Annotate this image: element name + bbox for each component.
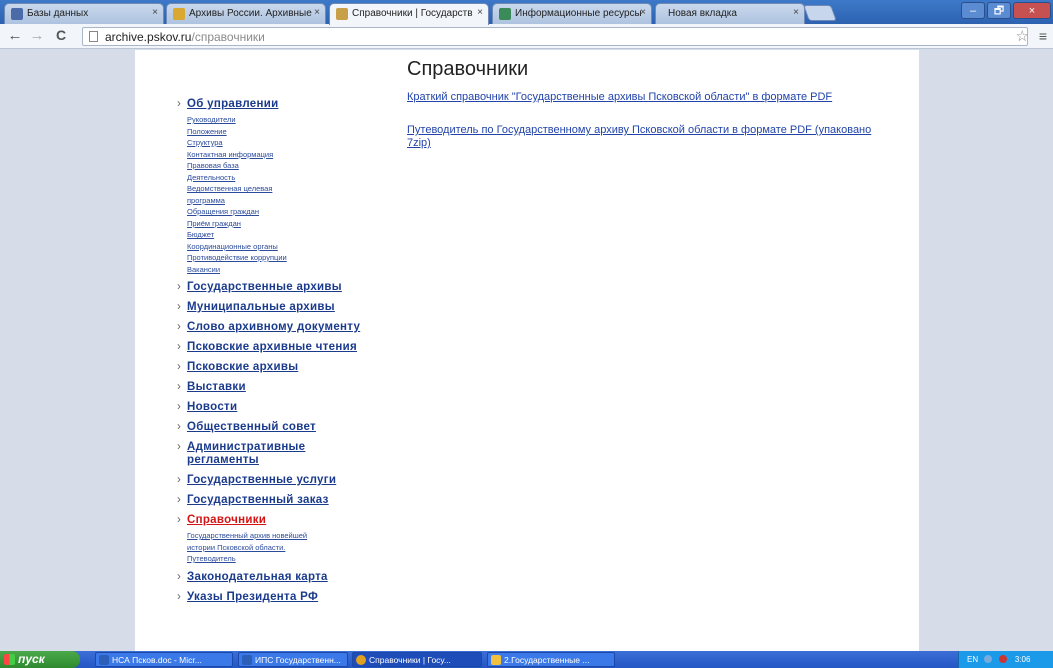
chrome-icon [356,655,366,665]
tab-info-resources[interactable]: Информационные ресурсы × [492,3,652,24]
sidebar-subitem[interactable]: Правовая база [187,160,367,172]
sidebar-subitem[interactable]: Ведомственная целевая [187,183,367,195]
bookmark-star-icon[interactable]: ☆ [1016,27,1029,45]
tab-new[interactable]: Новая вкладка × [655,3,805,24]
window-controls: – 🗗 × [961,2,1051,19]
sidebar-subitem[interactable]: Положение [187,126,367,138]
sidebar-item[interactable]: Государственные архивы [177,281,367,294]
tab-label: Информационные ресурсы [515,8,642,19]
tab-strip: Базы данных × Архивы России. Архивные × … [0,0,1053,25]
sidebar-subitem[interactable]: Контактная информация [187,149,367,161]
url-host: archive.pskov.ru [105,30,192,44]
tab-close-icon[interactable]: × [314,7,320,18]
url-path: /справочники [191,30,265,44]
sidebar-subitem[interactable]: Государственный архив новейшей [187,530,367,542]
taskbar: пуск НСА Псков.doc - Micr... ИПС Государ… [0,651,1053,668]
page-icon [89,31,98,42]
sidebar-subitem[interactable]: Координационные органы [187,241,367,253]
page-title: Справочники [407,58,529,80]
taskbar-item-label: ИПС Государственн... [255,655,341,665]
back-arrow-icon[interactable]: ← [6,27,24,44]
sidebar-item[interactable]: Новости [177,401,367,414]
system-tray: EN 3:06 [958,651,1053,668]
antivirus-icon[interactable] [998,655,1007,663]
tab-favicon-icon [499,8,511,20]
tab-label: Архивы России. Архивные [189,8,312,19]
tab-label: Новая вкладка [668,8,737,19]
tab-favicon-icon [11,8,23,20]
sidebar-subitem[interactable]: Деятельность [187,172,367,184]
tab-favicon-icon [173,8,185,20]
tab-close-icon[interactable]: × [793,7,799,18]
tab-label: Базы данных [27,8,89,19]
word-doc-icon [99,655,109,665]
tab-close-icon[interactable]: × [152,7,158,18]
sidebar-item[interactable]: Псковские архивные чтения [177,341,367,354]
start-label: пуск [18,652,45,666]
sidebar-subitem[interactable]: Путеводитель [187,553,367,565]
forward-arrow-icon[interactable]: → [28,27,46,44]
close-window-button[interactable]: × [1013,2,1051,19]
taskbar-item-label: НСА Псков.doc - Micr... [112,655,202,665]
taskbar-item-label: Справочники | Госу... [369,655,451,665]
page-body: Об управлении РуководителиПоложениеСтрук… [135,50,919,651]
tab-archives-russia[interactable]: Архивы России. Архивные × [166,3,326,24]
reload-icon[interactable]: C [52,27,70,43]
start-button[interactable]: пуск [0,651,80,668]
main-content: Справочники Краткий справочник "Государс… [407,58,887,170]
clock: 3:06 [1014,655,1031,664]
sidebar-subitem[interactable]: Противодействие коррупции [187,252,367,264]
network-icon[interactable] [984,655,993,663]
sidebar-item[interactable]: Административные регламенты [177,441,367,467]
sidebar-item[interactable]: Общественный совет [177,421,367,434]
sidebar-item[interactable]: Муниципальные архивы [177,301,367,314]
browser-toolbar: ← → C archive.pskov.ru/справочники ☆ ≡ [0,24,1053,49]
windows-logo-icon [4,654,15,665]
tab-close-icon[interactable]: × [477,7,483,18]
sidebar-subitem[interactable]: Приём граждан [187,218,367,230]
sidebar-subitem[interactable]: Обращения граждан [187,206,367,218]
sidebar-item-about[interactable]: Об управлении [177,98,367,111]
sidebar-nav: Об управлении РуководителиПоложениеСтрук… [177,98,367,611]
taskbar-item-word[interactable]: НСА Псков.doc - Micr... [95,652,233,667]
link-archive-guide-pdf[interactable]: Путеводитель по Государственному архиву … [407,124,887,150]
sidebar-item-directories[interactable]: Справочники [177,514,367,527]
word-doc-icon [242,655,252,665]
tab-close-icon[interactable]: × [640,7,646,18]
maximize-button[interactable]: 🗗 [987,2,1011,19]
new-tab-button[interactable] [803,5,837,21]
sidebar-subitem[interactable]: Руководители [187,114,367,126]
sidebar-subitem[interactable]: истории Псковской области. [187,542,367,554]
sidebar-item[interactable]: Государственный заказ [177,494,367,507]
taskbar-item-ips[interactable]: ИПС Государственн... [238,652,348,667]
sidebar-subitems: Руководители Положение Структура Контактная… [177,114,367,275]
sidebar-end-items: Законодательная карта Указы Президента РФ [177,571,367,604]
menu-icon[interactable]: ≡ [1039,28,1047,44]
sidebar-subitem[interactable]: программа [187,195,367,207]
language-indicator[interactable]: EN [967,655,978,664]
sidebar-subitem[interactable]: Вакансии [187,264,367,276]
tab-directories[interactable]: Справочники | Государств × [329,3,489,25]
taskbar-item-chrome[interactable]: Справочники | Госу... [352,652,482,667]
sidebar-subitem[interactable]: Бюджет [187,229,367,241]
page-viewport: Об управлении РуководителиПоложениеСтрук… [0,50,1053,651]
sidebar-item[interactable]: Указы Президента РФ [177,591,367,604]
sidebar-item[interactable]: Слово архивному документу [177,321,367,334]
sidebar-item[interactable]: Выставки [177,381,367,394]
folder-icon [491,655,501,665]
sidebar-subitem[interactable]: Структура [187,137,367,149]
sidebar-item[interactable]: Государственные услуги [177,474,367,487]
taskbar-item-label: 2.Государственные ... [504,655,590,665]
sidebar-main-items: Государственные архивы Муниципальные архи… [177,281,367,507]
link-brief-guide-pdf[interactable]: Краткий справочник "Государственные архи… [407,91,887,104]
tab-databases[interactable]: Базы данных × [4,3,164,24]
minimize-button[interactable]: – [961,2,985,19]
tab-favicon-icon [336,8,348,20]
taskbar-item-folder[interactable]: 2.Государственные ... [487,652,615,667]
sidebar-item[interactable]: Законодательная карта [177,571,367,584]
tab-label: Справочники | Государств [352,8,473,19]
address-bar[interactable]: archive.pskov.ru/справочники [82,27,1028,46]
sidebar-item[interactable]: Псковские архивы [177,361,367,374]
sidebar-active-subitems: Государственный архив новейшей истории Пс… [177,530,367,565]
